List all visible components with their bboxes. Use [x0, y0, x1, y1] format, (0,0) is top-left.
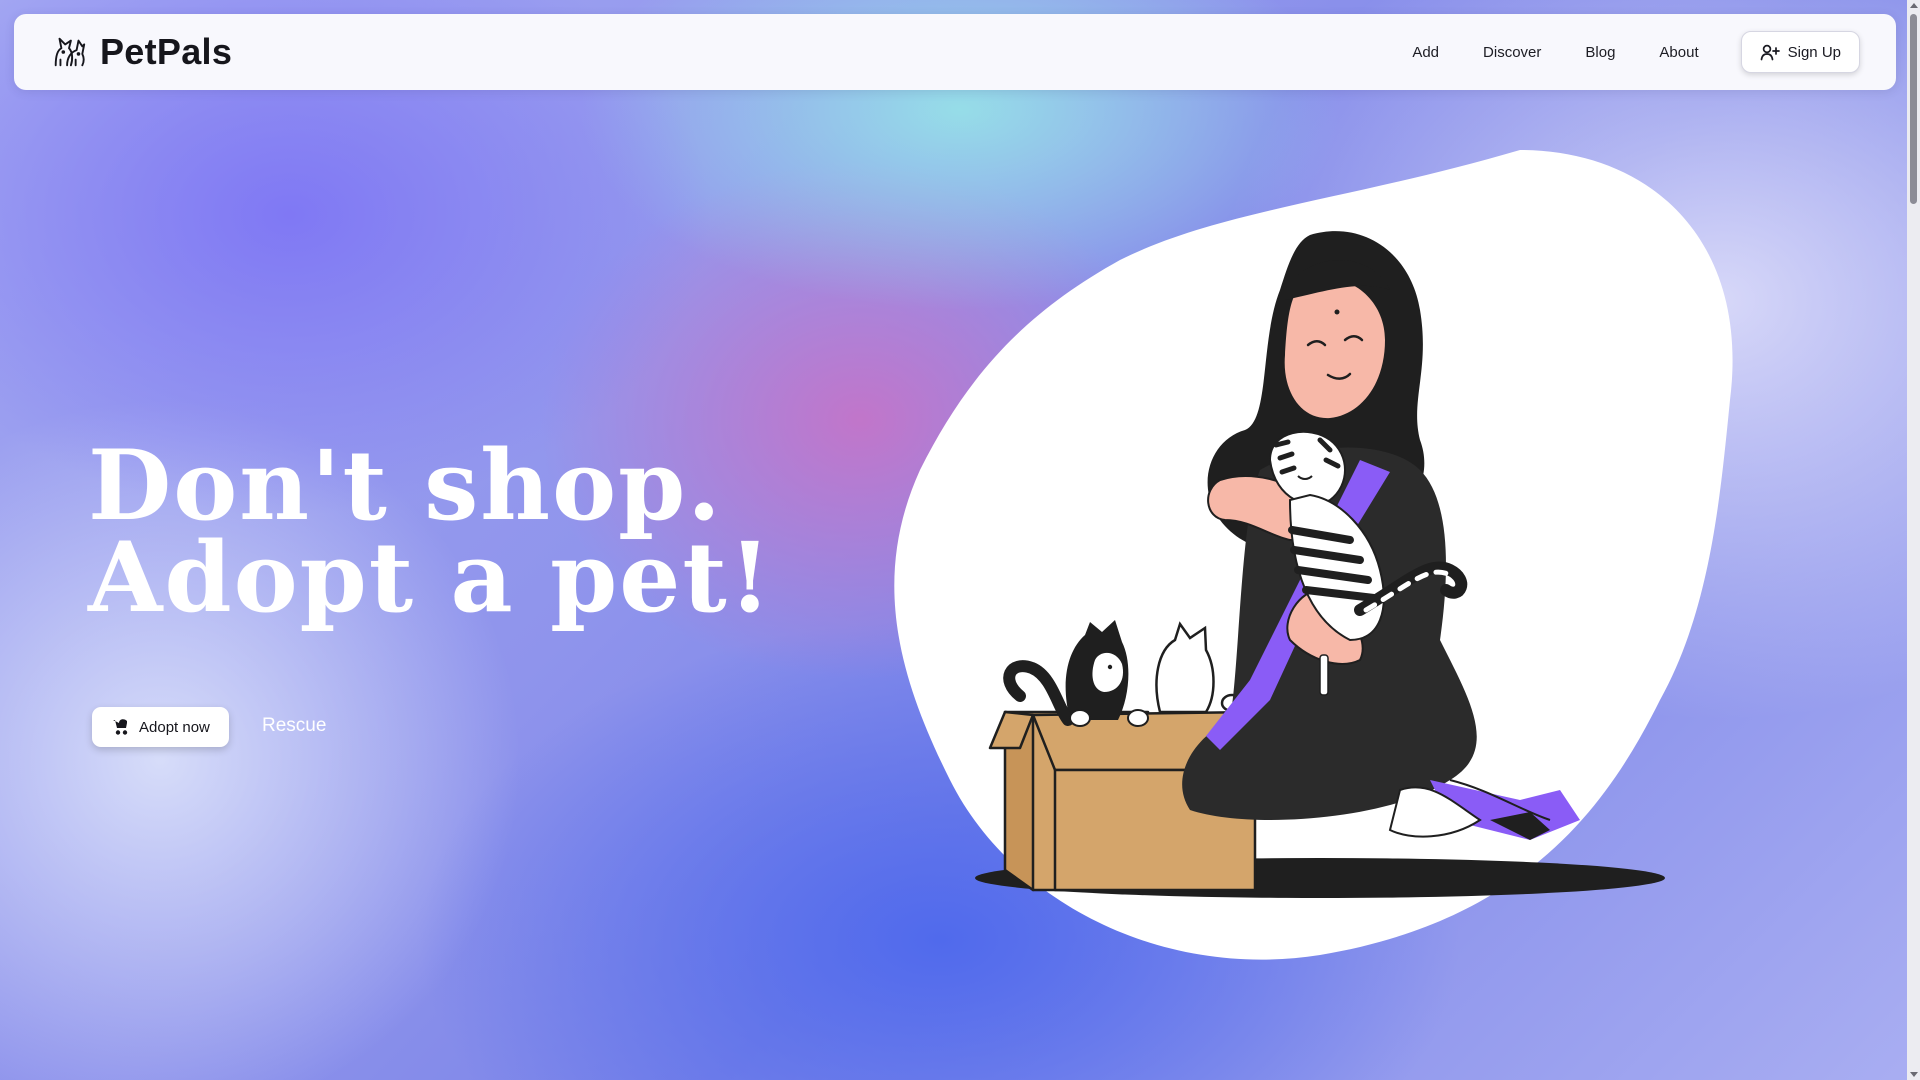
adopt-now-label: Adopt now — [139, 718, 210, 736]
scrollbar-thumb[interactable] — [1910, 14, 1917, 204]
stroller-icon — [113, 719, 128, 735]
hero-title-line-2: Adopt a pet! — [88, 521, 773, 634]
brand[interactable]: PetPals — [50, 31, 232, 73]
user-plus-icon — [1760, 44, 1780, 61]
scroll-up-icon[interactable] — [1910, 3, 1918, 8]
adopt-now-button[interactable]: Adopt now — [92, 707, 229, 747]
brand-name: PetPals — [100, 31, 233, 72]
scroll-down-icon[interactable] — [1910, 1072, 1918, 1077]
pets-icon — [54, 37, 86, 67]
sign-up-button[interactable]: Sign Up — [1740, 31, 1860, 73]
woman-with-cats-illustration — [894, 150, 1733, 960]
sign-up-label: Sign Up — [1787, 43, 1841, 61]
nav-link-add[interactable]: Add — [1412, 44, 1439, 61]
nav-link-discover[interactable]: Discover — [1483, 44, 1541, 61]
vertical-scrollbar[interactable] — [1907, 0, 1920, 1080]
top-navbar: PetPals Add Discover Blog About Sign Up — [14, 14, 1896, 90]
nav-links: Add Discover Blog About Sign Up — [1368, 31, 1860, 73]
hero-title-line-1: Don't shop. — [88, 429, 723, 542]
rescue-link[interactable]: Rescue — [262, 715, 326, 737]
hero-title: Don't shop. Adopt a pet! — [88, 429, 773, 634]
nav-link-about[interactable]: About — [1659, 44, 1698, 61]
nav-link-blog[interactable]: Blog — [1585, 44, 1615, 61]
